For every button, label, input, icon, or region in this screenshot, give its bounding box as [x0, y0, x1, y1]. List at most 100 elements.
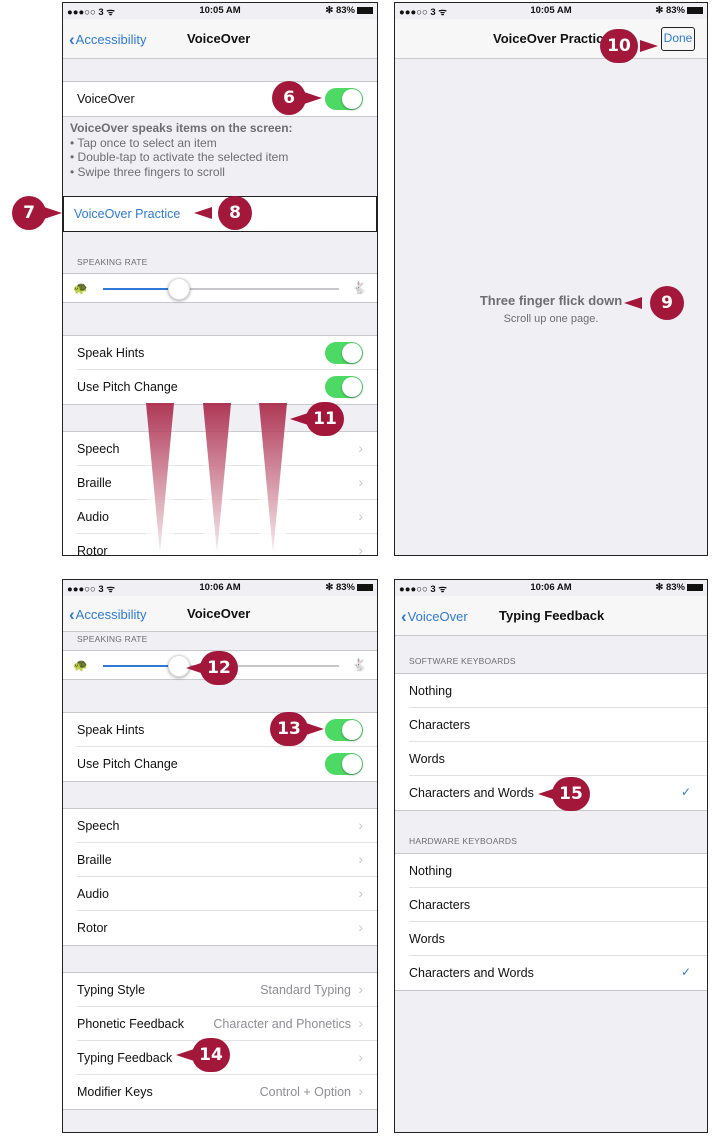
phonetic-feedback-row[interactable]: Phonetic Feedback Character and Phonetics… [77, 1007, 377, 1041]
callout-pointer [640, 40, 658, 52]
callout-pointer [44, 207, 62, 219]
done-button[interactable]: Done [661, 27, 695, 51]
status-bar: ●●●○○ 3 ᯤ 10:05 AM ✻ 83% [63, 3, 377, 19]
speaking-rate-slider[interactable] [167, 278, 190, 300]
callout-pointer [306, 723, 324, 735]
speaking-rate-track[interactable] [103, 278, 339, 300]
chevron-right-icon: › [358, 1083, 363, 1099]
typing-style-row[interactable]: Typing Style Standard Typing › [77, 973, 377, 1007]
braille-label: Braille [77, 476, 112, 490]
audio-label: Audio [77, 510, 109, 524]
option-label: Nothing [409, 864, 453, 878]
chevron-left-icon: ‹ [401, 607, 407, 626]
chevron-right-icon: › [358, 542, 363, 556]
turtle-icon: 🐢 [73, 281, 88, 295]
hints-group: Speak Hints Use Pitch Change [63, 712, 377, 782]
option-label: Nothing [409, 684, 453, 698]
braille-row[interactable]: Braille › [77, 843, 377, 877]
voiceover-settings-screen: ●●●○○ 3 ᯤ 10:05 AM ✻ 83% ‹Accessibility … [62, 2, 378, 556]
hare-icon: 🐇 [352, 281, 367, 295]
use-pitch-label: Use Pitch Change [77, 757, 178, 771]
status-bar: ●●●○○ 3 ᯤ 10:06 AM ✻ 83% [63, 580, 377, 596]
voiceover-description: VoiceOver speaks items on the screen: • … [70, 121, 293, 179]
chevron-right-icon: › [358, 885, 363, 901]
voiceover-row[interactable]: VoiceOver [77, 82, 377, 116]
modifier-keys-label: Modifier Keys [77, 1085, 153, 1099]
step-callout-13: 13 [270, 712, 308, 746]
page-title: VoiceOver [187, 31, 251, 46]
use-pitch-row[interactable]: Use Pitch Change [77, 747, 377, 781]
option-row[interactable]: Nothing [409, 854, 707, 888]
battery-indicator: ✻ 83% [655, 582, 703, 593]
chevron-right-icon: › [358, 508, 363, 524]
step-callout-9: 9 [650, 286, 684, 320]
speak-hints-toggle[interactable] [325, 719, 363, 741]
option-row[interactable]: Characters [409, 888, 707, 922]
option-label: Characters [409, 718, 471, 732]
chevron-left-icon: ‹ [69, 605, 75, 624]
speak-hints-label: Speak Hints [77, 346, 145, 360]
speech-label: Speech [77, 819, 120, 833]
speech-row[interactable]: Speech › [77, 809, 377, 843]
audio-label: Audio [77, 887, 109, 901]
battery-indicator: ✻ 83% [325, 5, 373, 16]
description-heading: VoiceOver speaks items on the screen: [70, 121, 293, 135]
chevron-right-icon: › [358, 919, 363, 935]
swipe-finger-indicator [146, 403, 174, 553]
page-title: VoiceOver [187, 606, 251, 621]
chevron-left-icon: ‹ [69, 30, 75, 49]
speaking-rate-header: SPEAKING RATE [77, 257, 148, 267]
speak-hints-toggle[interactable] [325, 342, 363, 364]
chevron-right-icon: › [358, 851, 363, 867]
option-row[interactable]: Nothing [409, 674, 707, 708]
typing-style-label: Typing Style [77, 983, 146, 997]
chevron-right-icon: › [358, 440, 363, 456]
checkmark-icon: ✓ [680, 785, 691, 799]
step-callout-12: 12 [200, 651, 238, 685]
swipe-finger-indicator [259, 403, 287, 553]
chevron-right-icon: › [358, 817, 363, 833]
back-button[interactable]: ‹Accessibility [69, 605, 146, 625]
option-label: Words [409, 752, 445, 766]
speaking-rate-slider-row: 🐢 🐇 [63, 273, 377, 303]
option-row[interactable]: Characters [409, 708, 707, 742]
speak-hints-row[interactable]: Speak Hints [77, 713, 377, 747]
callout-pointer [194, 207, 212, 219]
option-row[interactable]: Words [409, 922, 707, 956]
battery-icon [687, 583, 703, 591]
nav-bar: ‹VoiceOver Typing Feedback [395, 596, 707, 636]
battery-indicator: ✻ 83% [325, 582, 373, 593]
voiceover-toggle[interactable] [325, 88, 363, 110]
option-row[interactable]: Words [409, 742, 707, 776]
typing-feedback-screen: ●●●○○ 3 ᯤ 10:06 AM ✻ 83% ‹VoiceOver Typi… [394, 579, 708, 1133]
speak-hints-label: Speak Hints [77, 723, 145, 737]
back-button[interactable]: ‹Accessibility [69, 30, 146, 50]
modifier-keys-row[interactable]: Modifier Keys Control + Option › [77, 1075, 377, 1109]
step-callout-8: 8 [218, 196, 252, 230]
rotor-row[interactable]: Rotor › [77, 911, 377, 945]
option-row-selected[interactable]: Characters and Words ✓ [409, 956, 707, 990]
software-keyboards-header: SOFTWARE KEYBOARDS [409, 656, 516, 666]
callout-pointer [624, 297, 642, 309]
speak-hints-row[interactable]: Speak Hints [77, 336, 377, 370]
chevron-right-icon: › [358, 474, 363, 490]
use-pitch-toggle[interactable] [325, 753, 363, 775]
status-bar: ●●●○○ 3 ᯤ 10:06 AM ✻ 83% [395, 580, 707, 596]
back-button[interactable]: ‹VoiceOver [401, 607, 468, 627]
checkmark-icon: ✓ [680, 965, 691, 979]
use-pitch-row[interactable]: Use Pitch Change [77, 370, 377, 404]
typing-feedback-label: Typing Feedback [77, 1051, 173, 1065]
typing-style-value: Standard Typing [260, 983, 351, 997]
battery-icon [357, 583, 373, 591]
voiceover-practice-link[interactable]: VoiceOver Practice [74, 207, 180, 221]
description-line: • Tap once to select an item [70, 135, 217, 150]
speech-label: Speech [77, 442, 120, 456]
audio-row[interactable]: Audio › [77, 877, 377, 911]
chevron-right-icon: › [358, 981, 363, 997]
phonetic-feedback-value: Character and Phonetics [213, 1017, 351, 1031]
use-pitch-toggle[interactable] [325, 376, 363, 398]
step-callout-7: 7 [12, 196, 46, 230]
option-label: Characters and Words [409, 966, 534, 980]
step-callout-6: 6 [272, 81, 306, 115]
hardware-keyboards-header: HARDWARE KEYBOARDS [409, 836, 518, 846]
